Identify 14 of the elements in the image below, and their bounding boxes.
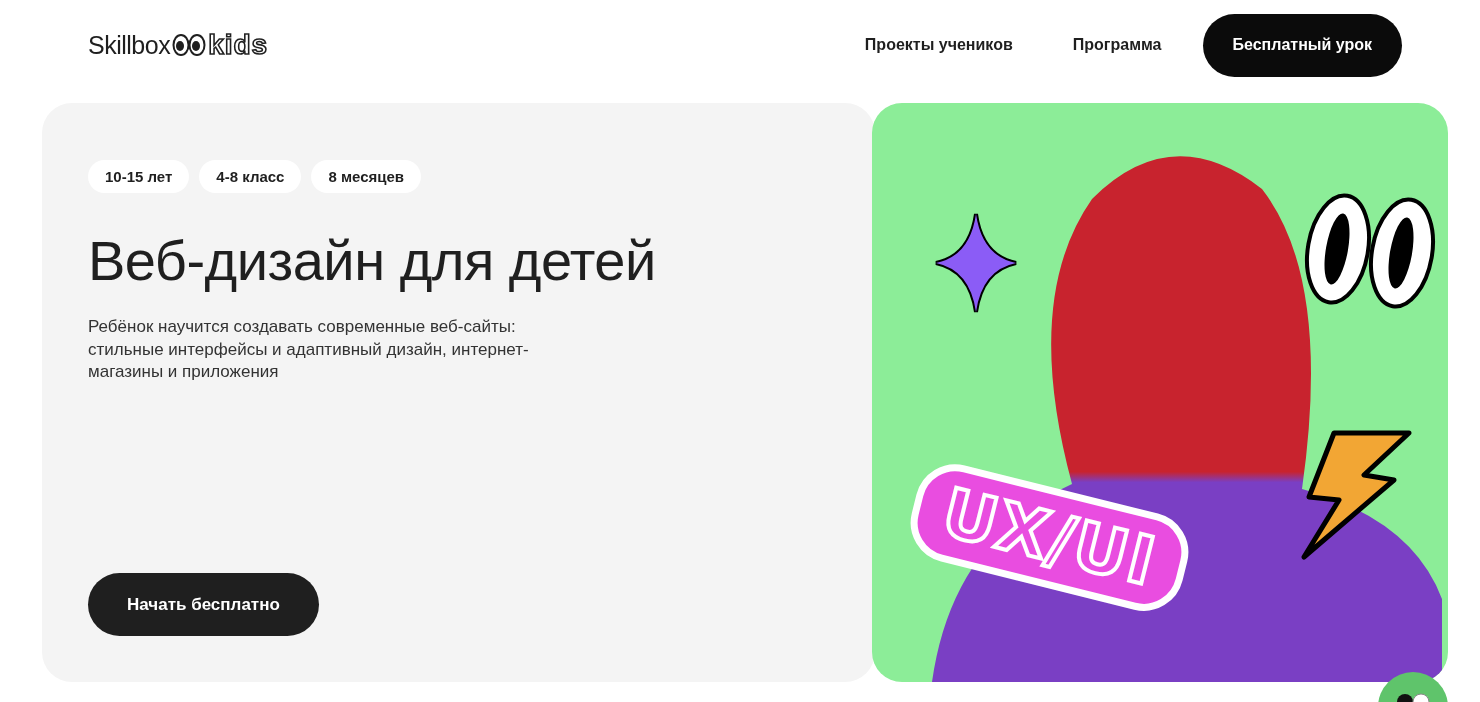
- nav-link[interactable]: Проекты учеников: [864, 36, 1013, 54]
- hero-description: Ребёнок научится создавать современные веб-сайты: стильные интерфейсы и адаптивный дизайн, интернет-магазины и приложения: [88, 316, 530, 384]
- eyes-icon: [1304, 191, 1438, 311]
- tag: 4-8 класс: [199, 160, 302, 193]
- chat-icon[interactable]: [1378, 672, 1448, 702]
- logo-text: Skillbox: [88, 30, 171, 60]
- logo-suffix: kids: [208, 29, 269, 61]
- tag: 10-15 лет: [88, 160, 190, 193]
- tag: 8 месяцев: [311, 160, 422, 193]
- hero-title: Веб-дизайн для детей: [88, 228, 657, 294]
- start-free-button[interactable]: Начать бесплатно: [88, 573, 319, 636]
- eyes-icon: [172, 33, 207, 57]
- free-lesson-button[interactable]: Бесплатный урок: [1202, 13, 1402, 77]
- nav-link[interactable]: Программа: [1072, 36, 1162, 54]
